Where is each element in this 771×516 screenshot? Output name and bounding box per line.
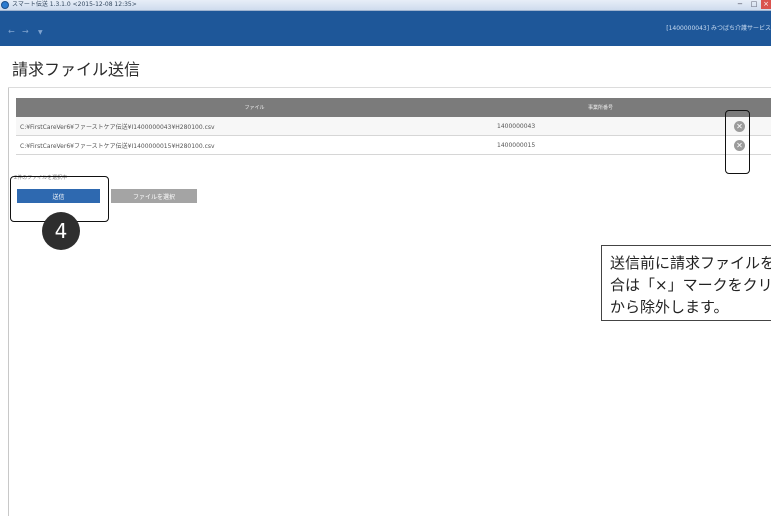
remove-highlight-box	[725, 110, 750, 174]
window-titlebar: スマート伝送 1.3.1.0 <2015-12-08 12:35> − □ ×	[0, 0, 771, 11]
maximize-button[interactable]: □	[747, 0, 761, 9]
step-badge: 4	[42, 212, 80, 250]
table-row: C:¥FirstCareVer6¥ファーストケア伝送¥I1400000015¥H…	[16, 135, 771, 155]
note-line: から除外します。	[610, 298, 729, 316]
table-row: C:¥FirstCareVer6¥ファーストケア伝送¥I1400000043¥H…	[16, 117, 771, 136]
instruction-note: 送信前に請求ファイルを確認し、不要な場 合は「×」マークをクリックして送信対象 …	[601, 245, 771, 321]
window-title: スマート伝送 1.3.1.0 <2015-12-08 12:35>	[12, 1, 137, 8]
select-file-button[interactable]: ファイルを選択	[111, 189, 197, 203]
title-divider	[8, 87, 771, 88]
office-number: 1400000043	[493, 117, 708, 136]
table-header-row: ファイル 事業所番号	[16, 98, 771, 117]
page-title: 請求ファイル送信	[12, 60, 141, 79]
content-border	[8, 88, 9, 516]
minimize-button[interactable]: −	[733, 0, 747, 9]
chevron-down-icon[interactable]: ▼	[38, 29, 43, 37]
note-line: 送信前に請求ファイルを確認し、不要な場	[610, 254, 771, 272]
window-controls: − □ ×	[733, 0, 771, 10]
office-number: 1400000015	[493, 135, 708, 155]
file-path: C:¥FirstCareVer6¥ファーストケア伝送¥I1400000015¥H…	[16, 135, 493, 155]
file-path: C:¥FirstCareVer6¥ファーストケア伝送¥I1400000043¥H…	[16, 117, 493, 136]
file-table: ファイル 事業所番号 C:¥FirstCareVer6¥ファーストケア伝送¥I1…	[16, 98, 771, 155]
user-label: [1400000043] みつばち介護サービス	[666, 25, 771, 32]
navbar: ← → ▼ [1400000043] みつばち介護サービス	[0, 11, 771, 46]
close-button[interactable]: ×	[761, 0, 771, 9]
arrow-left-icon[interactable]: ←	[8, 28, 15, 36]
app-icon	[1, 1, 9, 9]
column-header-office: 事業所番号	[493, 98, 708, 117]
column-header-file: ファイル	[16, 98, 493, 117]
note-line: 合は「×」マークをクリックして送信対象	[610, 276, 771, 294]
arrow-right-icon[interactable]: →	[22, 28, 29, 36]
